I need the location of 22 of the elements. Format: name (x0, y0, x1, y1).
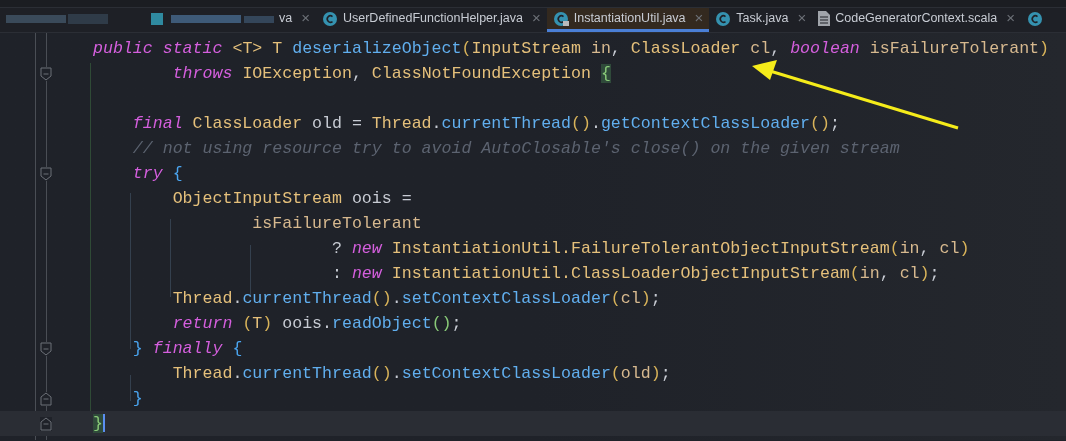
code-line: throws IOException, ClassNotFoundException { (172, 62, 611, 85)
fold-icon[interactable] (40, 66, 52, 81)
code-line: // not using resource try to avoid AutoClosable's close() on the given stream (132, 137, 900, 160)
code-line: : new InstantiationUtil.ClassLoaderObjectInputStream(in, cl); (332, 262, 940, 285)
fold-icon[interactable] (40, 416, 52, 431)
code-line: public static <T> T deserializeObject(InputStream in, ClassLoader cl, boolean isFailureTolerant) (93, 37, 1050, 60)
code-line: } (132, 387, 143, 410)
fold-icon[interactable] (40, 166, 52, 181)
code-line: try { (132, 162, 183, 185)
code-line: Thread.currentThread().setContextClassLoader(old); (172, 362, 671, 385)
file-icon (818, 11, 831, 26)
fold-icon[interactable] (40, 341, 52, 356)
locked-class-icon (552, 10, 569, 27)
fold-icon[interactable] (40, 391, 52, 406)
code-line: ? new InstantiationUtil.FailureTolerantObjectInputStream(in, cl) (332, 237, 970, 260)
code-line: return (T) oois.readObject(); (172, 312, 462, 335)
editor-tab[interactable]: InstantiationUtil.java × (546, 8, 710, 32)
code-line: final ClassLoader old = Thread.currentThread().getContextClassLoader(); (132, 112, 840, 135)
code-line: } finally { (132, 337, 243, 360)
code-line: ObjectInputStream oois = (172, 187, 412, 210)
code-line: isFailureTolerant (252, 212, 422, 235)
code-line: Thread.currentThread().setContextClassLoader(cl); (172, 287, 661, 310)
